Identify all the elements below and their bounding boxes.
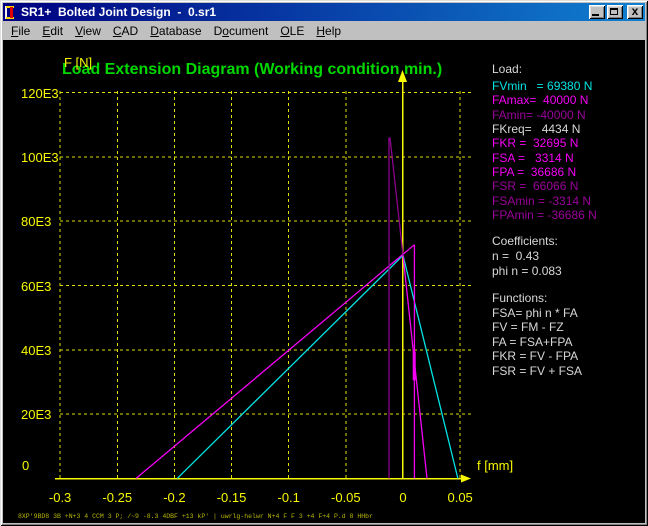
- app-icon: [5, 6, 18, 19]
- title-bar[interactable]: SR1+ Bolted Joint Design - 0.sr1 x: [3, 3, 645, 21]
- menu-item-database[interactable]: Database: [144, 22, 207, 40]
- maximize-button[interactable]: [607, 5, 623, 19]
- menu-item-cad[interactable]: CAD: [107, 22, 144, 40]
- client-area: [3, 40, 645, 523]
- window-controls: x: [589, 5, 645, 19]
- menu-item-file[interactable]: File: [5, 22, 36, 40]
- menu-bar: FileEditViewCADDatabaseDocumentOLEHelp: [3, 21, 645, 40]
- menu-item-document[interactable]: Document: [208, 22, 275, 40]
- menu-item-help[interactable]: Help: [310, 22, 347, 40]
- window-title: SR1+ Bolted Joint Design - 0.sr1: [21, 5, 216, 19]
- app-window: SR1+ Bolted Joint Design - 0.sr1 x FileE…: [0, 0, 648, 526]
- minimize-icon: [592, 14, 599, 16]
- minimize-button[interactable]: [589, 5, 605, 19]
- close-button[interactable]: x: [627, 5, 643, 19]
- maximize-icon: [610, 8, 618, 15]
- menu-item-edit[interactable]: Edit: [36, 22, 69, 40]
- menu-item-ole[interactable]: OLE: [274, 22, 310, 40]
- close-icon: x: [627, 4, 643, 18]
- menu-item-view[interactable]: View: [69, 22, 107, 40]
